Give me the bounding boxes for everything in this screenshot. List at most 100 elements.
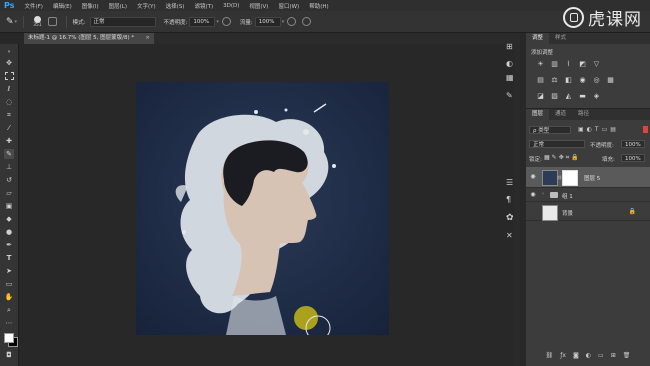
color-lookup-icon[interactable]: ▦ [606,76,615,84]
mode-select[interactable]: 正常 [89,16,156,27]
chevron-down-icon[interactable]: ▾ [282,19,285,25]
history-brush-tool-icon[interactable]: ↺ [4,175,14,185]
menu-help[interactable]: 帮助(H) [304,2,333,10]
quick-select-tool-icon[interactable]: ◌ [4,97,14,107]
tools-preset-icon[interactable]: ✕ [506,231,513,240]
layer-row-5[interactable]: ◉ ⛓ 图层 5 [526,167,650,187]
pen-tool-icon[interactable]: ✒ [4,240,14,250]
brush-settings-icon[interactable]: ✎ [506,91,513,100]
threshold-icon[interactable]: ◭ [564,92,573,100]
lasso-tool-icon[interactable]: ℓ [4,84,14,94]
curves-icon[interactable]: ⌇ [564,60,573,68]
flow-input[interactable]: 100% [254,16,281,27]
new-group-icon[interactable]: ▭ [598,352,604,364]
clone-stamp-tool-icon[interactable]: ⊥ [4,162,14,172]
zoom-tool-icon[interactable]: ⌕ [4,305,14,315]
chevron-down-icon[interactable]: ▾ [216,19,219,25]
crop-tool-icon[interactable]: ⌗ [4,110,14,120]
photo-filter-icon[interactable]: ◉ [578,76,587,84]
color-balance-icon[interactable]: ⚖ [550,76,559,84]
tab-channels[interactable]: 通道 [549,109,572,120]
history-panel-icon[interactable]: ⊞ [506,42,513,51]
brightness-icon[interactable]: ☀ [536,60,545,68]
brush-panel-icon[interactable] [47,17,57,26]
foreground-color-swatch[interactable] [4,333,14,343]
close-icon[interactable]: × [145,33,150,44]
tab-layers[interactable]: 图层 [526,109,550,120]
layer-mask-thumbnail[interactable] [562,170,578,186]
hand-tool-icon[interactable]: ✋ [4,292,14,302]
layer-row-group-1[interactable]: ◉ › 组 1 [526,187,650,201]
swatches-panel-icon[interactable]: ▦ [506,73,514,82]
adjustment-layer-icon[interactable]: ◐ [586,352,591,364]
move-tool-icon[interactable]: ✥ [4,58,14,68]
menu-edit[interactable]: 编辑(E) [48,2,77,10]
eye-icon[interactable]: ◉ [529,173,537,181]
menu-3d[interactable]: 3D(D) [218,3,244,9]
blur-tool-icon[interactable]: ◆ [4,214,14,224]
properties-panel-icon[interactable]: ☰ [506,178,513,187]
chevron-down-icon[interactable]: ▾ [15,19,18,25]
new-layer-icon[interactable]: ⊞ [611,352,616,364]
exposure-icon[interactable]: ◩ [578,60,587,68]
eye-icon[interactable]: ◉ [529,191,537,199]
document-canvas[interactable] [136,82,389,335]
quick-mask-icon[interactable]: ◘ [4,350,14,360]
opacity-input[interactable]: 100% [189,16,216,27]
vibrance-icon[interactable]: ▽ [592,60,601,68]
document-tab[interactable]: 未标题-1 @ 16.7% (图层 5, 图层蒙版/8) * × [24,33,154,44]
menu-file[interactable]: 文件(F) [19,2,47,10]
rectangle-tool-icon[interactable]: ▭ [4,279,14,289]
tab-styles[interactable]: 样式 [549,33,572,44]
collapse-icon[interactable]: » [4,47,14,57]
black-white-icon[interactable]: ◧ [564,76,573,84]
filter-icons[interactable]: ▣◐T▭▤ [578,126,619,133]
lock-icons[interactable]: ▦✎✥⌗🔒 [544,154,581,162]
dodge-tool-icon[interactable]: ● [4,227,14,237]
path-selection-tool-icon[interactable]: ➤ [4,266,14,276]
menu-window[interactable]: 窗口(W) [273,2,304,10]
menu-view[interactable]: 视图(V) [244,2,273,10]
gradient-map-icon[interactable]: ▬ [578,92,587,100]
pressure-size-icon[interactable] [302,17,312,26]
airbrush-icon[interactable] [287,17,297,26]
levels-icon[interactable]: ▥ [550,60,559,68]
pressure-opacity-icon[interactable] [221,17,231,26]
menu-layer[interactable]: 图层(L) [104,2,132,10]
add-mask-icon[interactable]: ◙ [573,352,579,364]
fx-icon[interactable]: ƒx [560,352,566,364]
invert-icon[interactable]: ◪ [536,92,545,100]
marquee-tool-icon[interactable] [4,71,14,81]
selective-color-icon[interactable]: ◈ [592,92,601,100]
lock-icon[interactable]: 🔒 [629,208,636,215]
hue-saturation-icon[interactable]: ▤ [536,76,545,84]
more-tools-icon[interactable]: ⋯ [4,318,14,328]
brush-tool-icon[interactable]: ✎ [6,17,14,27]
blend-mode-select[interactable]: 正常 [529,140,585,148]
layer-row-background[interactable]: 背景 🔒 [526,201,650,221]
layer-opacity-input[interactable]: 100% [621,140,645,148]
posterize-icon[interactable]: ▨ [550,92,559,100]
paragraph-panel-icon[interactable]: ¶ [506,195,511,204]
filter-toggle[interactable] [643,126,648,133]
channel-mixer-icon[interactable]: ◎ [592,76,601,84]
menu-image[interactable]: 图像(I) [77,2,104,10]
type-tool-icon[interactable]: T [4,253,14,263]
eraser-tool-icon[interactable]: ▱ [4,188,14,198]
menu-select[interactable]: 选择(S) [161,2,190,10]
brush-tool-icon[interactable]: ✎ [4,149,14,159]
link-layers-icon[interactable]: ⛓ [546,352,554,364]
gradient-tool-icon[interactable]: ▣ [4,201,14,211]
color-panel-icon[interactable]: ◐ [506,59,513,68]
menu-filter[interactable]: 滤镜(T) [189,2,218,10]
brush-preset-picker[interactable]: 351 [33,15,42,28]
tab-paths[interactable]: 路径 [572,109,595,120]
healing-brush-tool-icon[interactable]: ✚ [4,136,14,146]
fill-input[interactable]: 100% [621,154,645,162]
tab-adjustments[interactable]: 调整 [526,33,550,44]
eyedropper-tool-icon[interactable]: ⁄ [4,123,14,133]
menu-type[interactable]: 文字(Y) [132,2,161,10]
trash-icon[interactable]: 🗑 [623,352,631,364]
chevron-right-icon[interactable]: › [542,191,544,197]
layer-filter-select[interactable]: ρ 类型 [529,126,571,134]
